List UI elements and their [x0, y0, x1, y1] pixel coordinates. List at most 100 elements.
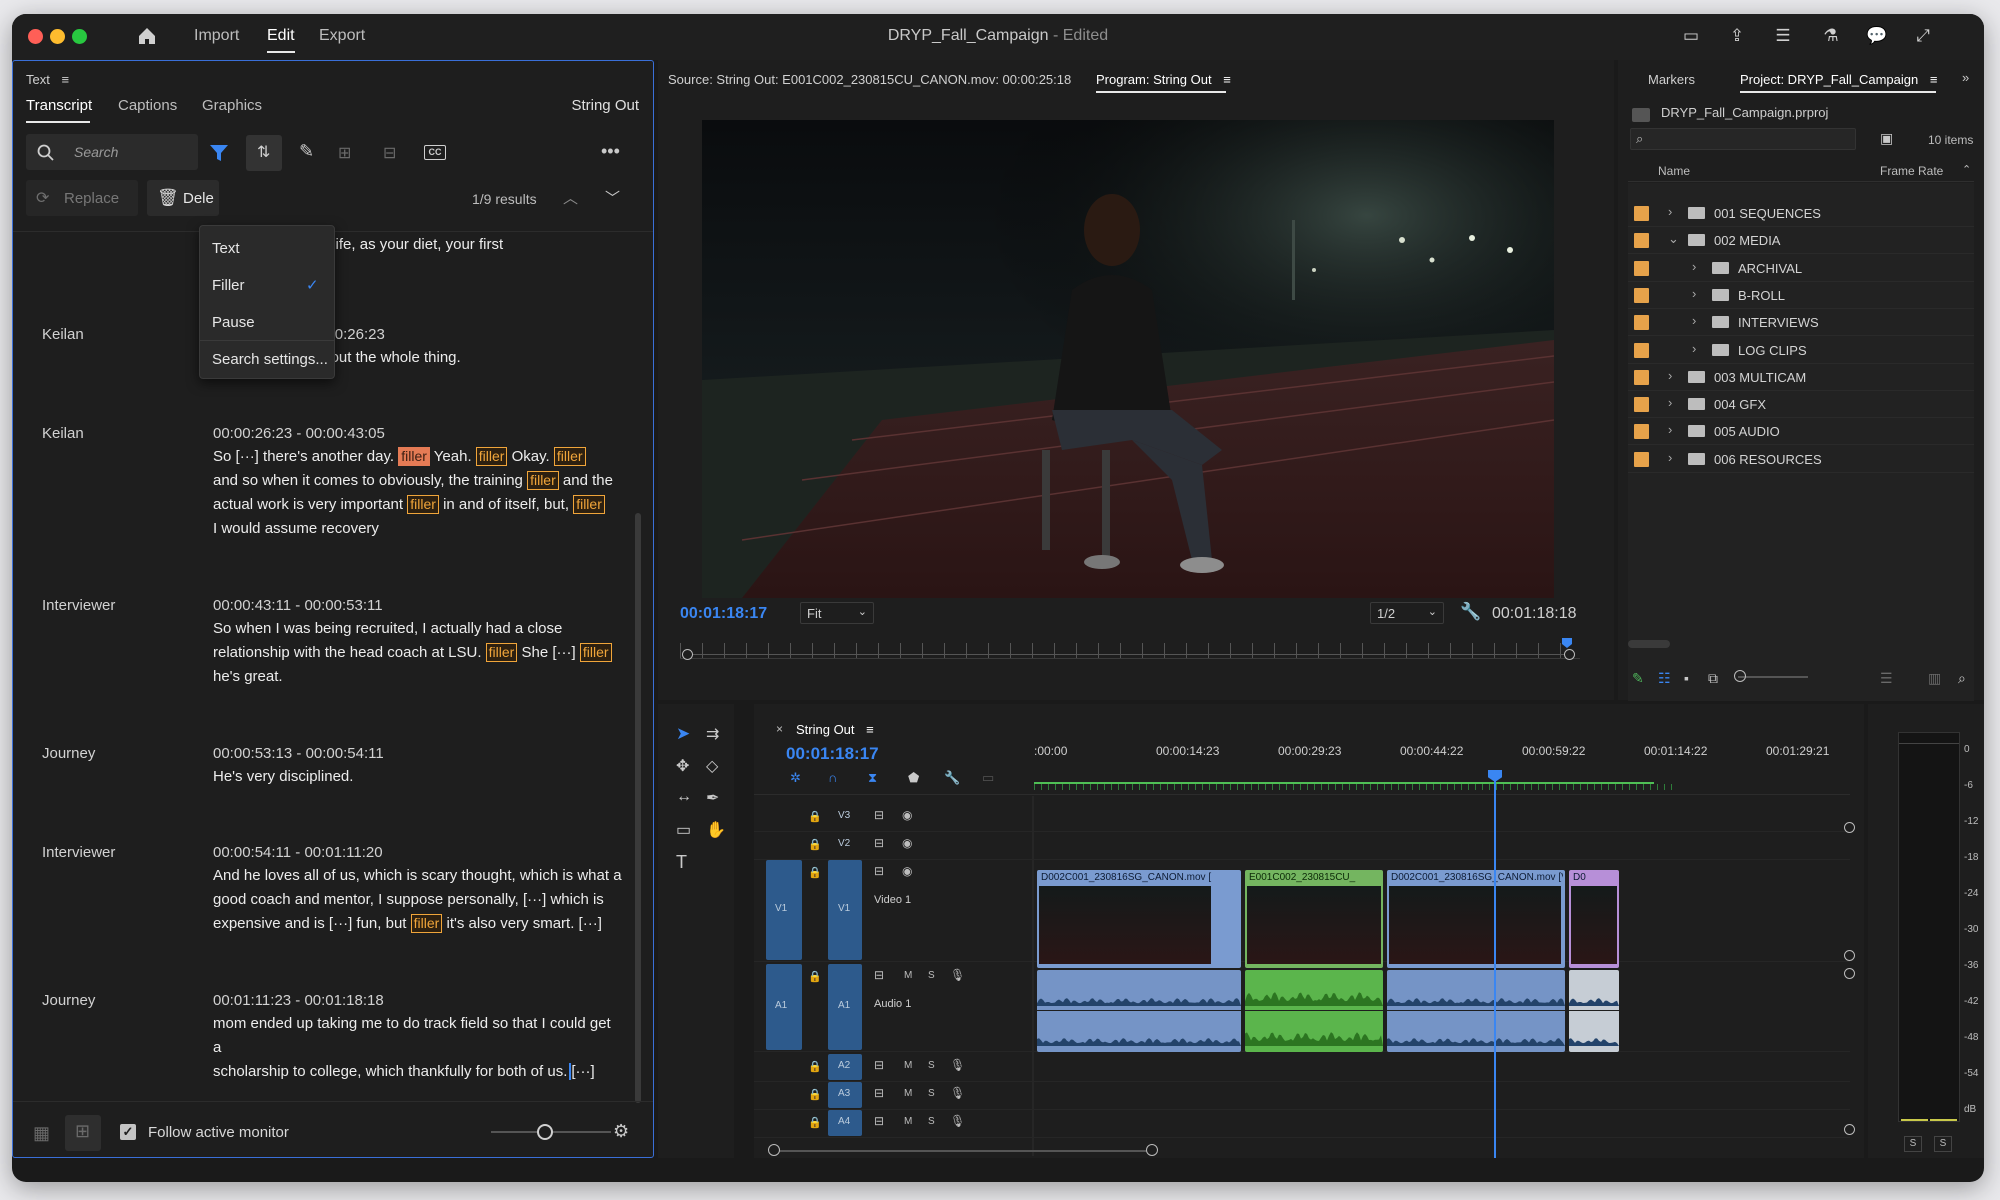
track-target-v3[interactable]: V3	[828, 804, 862, 830]
previous-result-icon[interactable]: ︿	[563, 187, 578, 208]
merge-segment-icon[interactable]: ⊟	[383, 143, 396, 163]
solo-left-button[interactable]: S	[1904, 1136, 1922, 1152]
speaker-name[interactable]: Keilan	[42, 425, 84, 442]
project-search-input[interactable]: ⌕	[1630, 128, 1856, 150]
rectangle-tool-icon[interactable]: ▭	[676, 820, 691, 840]
chevron-right-icon[interactable]: ›	[1692, 341, 1696, 356]
source-patch-a1[interactable]: A1	[766, 964, 802, 1050]
track-target-a3[interactable]: A3	[828, 1082, 862, 1108]
sort-icons-icon[interactable]: ☰	[1880, 670, 1893, 687]
label-color-swatch[interactable]	[1634, 451, 1649, 467]
beta-flask-icon[interactable]: ⚗	[1820, 26, 1842, 46]
toggle-sync-lock-icon[interactable]: ⊟	[874, 836, 884, 850]
search-options-button[interactable]: ⇅	[246, 135, 282, 171]
filler-word[interactable]: filler	[553, 447, 586, 466]
edit-pencil-icon[interactable]: ✎	[299, 141, 314, 162]
tab-captions[interactable]: Captions	[118, 97, 177, 114]
audio-clip[interactable]	[1569, 970, 1619, 1052]
video-clip[interactable]: D0	[1569, 870, 1619, 968]
project-bin-row[interactable]: › 004 GFX	[1628, 391, 1974, 419]
track-target-a4[interactable]: A4	[828, 1110, 862, 1136]
dropdown-item-filler[interactable]: Filler	[212, 277, 245, 294]
lock-icon[interactable]: 🔒	[808, 810, 822, 823]
monitor-zoom-start-handle[interactable]	[682, 649, 693, 660]
filler-word[interactable]: filler	[579, 643, 612, 662]
add-marker-icon[interactable]: ⬟	[908, 770, 919, 786]
project-bin-row[interactable]: › 005 AUDIO	[1628, 418, 1974, 446]
close-sequence-icon[interactable]: ×	[776, 722, 783, 736]
track-height-handle[interactable]	[1844, 968, 1855, 979]
toggle-sync-lock-icon[interactable]: ⊟	[874, 1058, 884, 1072]
linked-selection-icon[interactable]: ∩	[828, 770, 837, 785]
chevron-right-icon[interactable]: ›	[1668, 450, 1672, 465]
mute-button[interactable]: M	[904, 1060, 912, 1071]
chevron-right-icon[interactable]: ›	[1692, 286, 1696, 301]
sequence-tab[interactable]: String Out ≡	[796, 722, 874, 737]
lock-icon[interactable]: 🔒	[808, 838, 822, 851]
speaker-name[interactable]: Keilan	[42, 326, 84, 343]
label-color-swatch[interactable]	[1634, 260, 1649, 276]
solo-button[interactable]: S	[928, 1116, 935, 1127]
chevron-right-icon[interactable]: ›	[1668, 395, 1672, 410]
tab-markers[interactable]: Markers	[1648, 72, 1695, 87]
thumb-size-slider[interactable]	[1738, 676, 1808, 678]
next-result-icon[interactable]: ﹀	[605, 187, 620, 208]
chevron-down-icon[interactable]: ⌄	[1668, 231, 1679, 247]
track-target-a1[interactable]: A1	[828, 964, 862, 1050]
chevron-right-icon[interactable]: ›	[1692, 313, 1696, 328]
more-options-icon[interactable]: •••	[601, 141, 620, 162]
program-monitor-tab[interactable]: Program: String Out ≡	[1096, 72, 1231, 87]
chevron-right-icon[interactable]: ›	[1692, 259, 1696, 274]
lock-icon[interactable]: 🔒	[808, 1116, 822, 1129]
chevron-right-icon[interactable]: ›	[1668, 204, 1672, 219]
wrench-icon[interactable]: 🔧	[1460, 602, 1481, 622]
monitor-time-ruler[interactable]	[680, 643, 1580, 659]
project-bin-row[interactable]: › LOG CLIPS	[1628, 337, 1974, 364]
column-frame-rate[interactable]: Frame Rate	[1880, 164, 1943, 178]
workspace-layout-icon[interactable]: ▭	[1680, 26, 1702, 46]
timeline-scroll-start[interactable]	[768, 1144, 780, 1156]
thumb-size-handle[interactable]	[1734, 670, 1746, 682]
label-color-swatch[interactable]	[1634, 369, 1649, 385]
label-color-swatch[interactable]	[1634, 206, 1649, 221]
lock-icon[interactable]: 🔒	[808, 1088, 822, 1101]
cc-icon[interactable]: CC	[424, 145, 446, 160]
split-segment-icon[interactable]: ⊞	[338, 143, 351, 163]
microphone-icon[interactable]: 🎙	[950, 968, 965, 982]
eye-icon[interactable]: ◉	[902, 864, 912, 878]
filler-word-selected[interactable]: filler	[398, 447, 430, 466]
panel-overflow-icon[interactable]: »	[1962, 70, 1969, 85]
microphone-icon[interactable]: 🎙	[950, 1058, 965, 1072]
pen-tool-icon[interactable]: ✒	[706, 788, 719, 808]
selection-follows-playhead-icon[interactable]: ⧗	[868, 770, 877, 786]
transcript-paragraph[interactable]: mom ended up taking me to do track field…	[213, 1012, 623, 1084]
lock-icon[interactable]: 🔒	[808, 970, 822, 983]
project-h-scrollbar[interactable]	[1628, 640, 1670, 648]
toggle-sync-lock-icon[interactable]: ⊟	[874, 808, 884, 822]
project-bin-row[interactable]: ⌄ 002 MEDIA	[1628, 227, 1974, 255]
source-monitor-tab[interactable]: Source: String Out: E001C002_230815CU_CA…	[668, 72, 1071, 87]
lock-icon[interactable]: 🔒	[808, 866, 822, 879]
column-name[interactable]: Name	[1658, 164, 1690, 178]
filter-icon[interactable]	[209, 143, 229, 163]
solo-button[interactable]: S	[928, 1088, 935, 1099]
icon-view-icon[interactable]: ▪	[1684, 670, 1689, 686]
project-bin-row[interactable]: › INTERVIEWS	[1628, 309, 1974, 337]
eye-icon[interactable]: ◉	[902, 836, 912, 850]
video-clip[interactable]: E001C002_230815CU_	[1245, 870, 1383, 968]
monitor-zoom-end-handle[interactable]	[1564, 649, 1575, 660]
progress-icon[interactable]: ☰	[1772, 26, 1794, 46]
new-bin-from-search-icon[interactable]: ▣	[1880, 130, 1893, 147]
transcript-scrollbar[interactable]	[635, 513, 641, 1103]
find-icon[interactable]: ⌕	[1958, 670, 1966, 687]
playhead-timecode[interactable]: 00:01:18:17	[680, 605, 767, 623]
project-bin-row[interactable]: › ARCHIVAL	[1628, 255, 1974, 282]
transcript-sync-button[interactable]: ⊞	[65, 1115, 101, 1151]
filler-word[interactable]: filler	[573, 495, 605, 514]
track-target-v2[interactable]: V2	[828, 832, 862, 858]
track-target-a2[interactable]: A2	[828, 1054, 862, 1080]
delete-button[interactable]: 🗑 Dele	[147, 180, 219, 216]
timeline-timecode[interactable]: 00:01:18:17	[786, 744, 879, 764]
eye-icon[interactable]: ◉	[902, 808, 912, 822]
label-color-swatch[interactable]	[1634, 397, 1649, 413]
